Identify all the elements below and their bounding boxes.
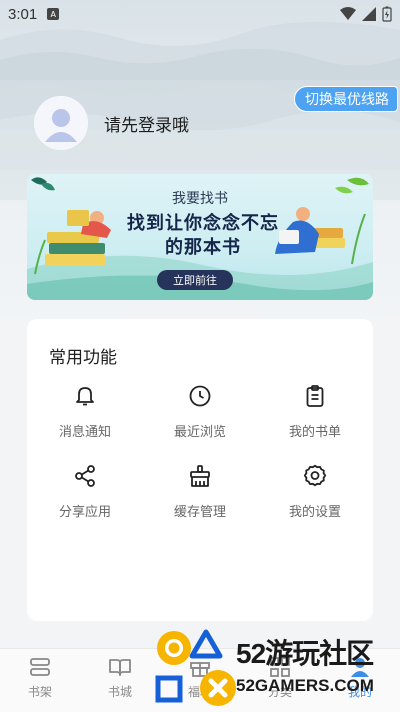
func-message-notification[interactable]: 消息通知 <box>35 383 135 449</box>
banner-subtitle: 我要找书 <box>172 191 228 207</box>
profile-section[interactable]: 请先登录哦 <box>34 96 189 150</box>
func-cache-management[interactable]: 缓存管理 <box>150 463 250 529</box>
func-label: 我的设置 <box>288 505 341 520</box>
func-my-booklist[interactable]: 我的书单 <box>265 383 365 449</box>
wifi-icon <box>340 7 356 20</box>
status-time: 3:01 <box>8 5 38 23</box>
broom-icon <box>187 463 213 489</box>
tab-label: 书架 <box>27 685 52 699</box>
banner-title-line2: 的那本书 <box>165 237 241 258</box>
func-label: 分享应用 <box>58 505 111 520</box>
func-label: 我的书单 <box>288 425 341 440</box>
site-watermark: 52游玩社区 52GAMERS.COM <box>150 626 400 712</box>
bookshelf-icon <box>30 658 50 676</box>
func-label: 消息通知 <box>58 425 111 440</box>
signal-icon <box>362 7 376 21</box>
func-share-app[interactable]: 分享应用 <box>35 463 135 529</box>
common-functions-card: 常用功能 消息通知 最近浏览 我的书单 分享应用 缓存管理 我的设置 <box>27 319 373 621</box>
status-bar: 3:01 A <box>0 0 400 28</box>
func-my-settings[interactable]: 我的设置 <box>265 463 365 529</box>
watermark-text-sub: 52GAMERS.COM <box>236 676 374 695</box>
banner-title-line1: 找到让你念念不忘 <box>127 213 279 234</box>
watermark-logo <box>155 629 236 706</box>
notification-badge: A <box>47 8 60 20</box>
func-label: 缓存管理 <box>173 505 226 520</box>
login-prompt[interactable]: 请先登录哦 <box>104 111 189 136</box>
battery-icon <box>382 6 392 22</box>
go-now-button[interactable]: 立即前往 <box>157 270 233 290</box>
common-functions-title: 常用功能 <box>49 348 117 368</box>
func-recent-browse[interactable]: 最近浏览 <box>150 383 250 449</box>
open-book-icon <box>109 659 131 676</box>
share-icon <box>72 463 98 489</box>
bell-icon <box>72 383 98 409</box>
avatar[interactable] <box>34 96 88 150</box>
clipboard-icon <box>302 383 328 409</box>
default-avatar-icon <box>34 96 88 150</box>
status-icons <box>340 6 392 22</box>
watermark-text-main: 52游玩社区 <box>236 638 374 669</box>
clock-icon <box>187 383 213 409</box>
find-book-banner[interactable]: 我要找书 找到让你念念不忘 的那本书 立即前往 <box>27 174 373 300</box>
tab-label: 书城 <box>107 685 132 699</box>
gear-icon <box>302 463 328 489</box>
func-label: 最近浏览 <box>173 425 226 440</box>
tab-bookshelf[interactable]: 书架 <box>10 655 70 700</box>
switch-route-button[interactable]: 切换最优线路 <box>294 86 398 112</box>
tab-bookstore[interactable]: 书城 <box>90 655 150 700</box>
